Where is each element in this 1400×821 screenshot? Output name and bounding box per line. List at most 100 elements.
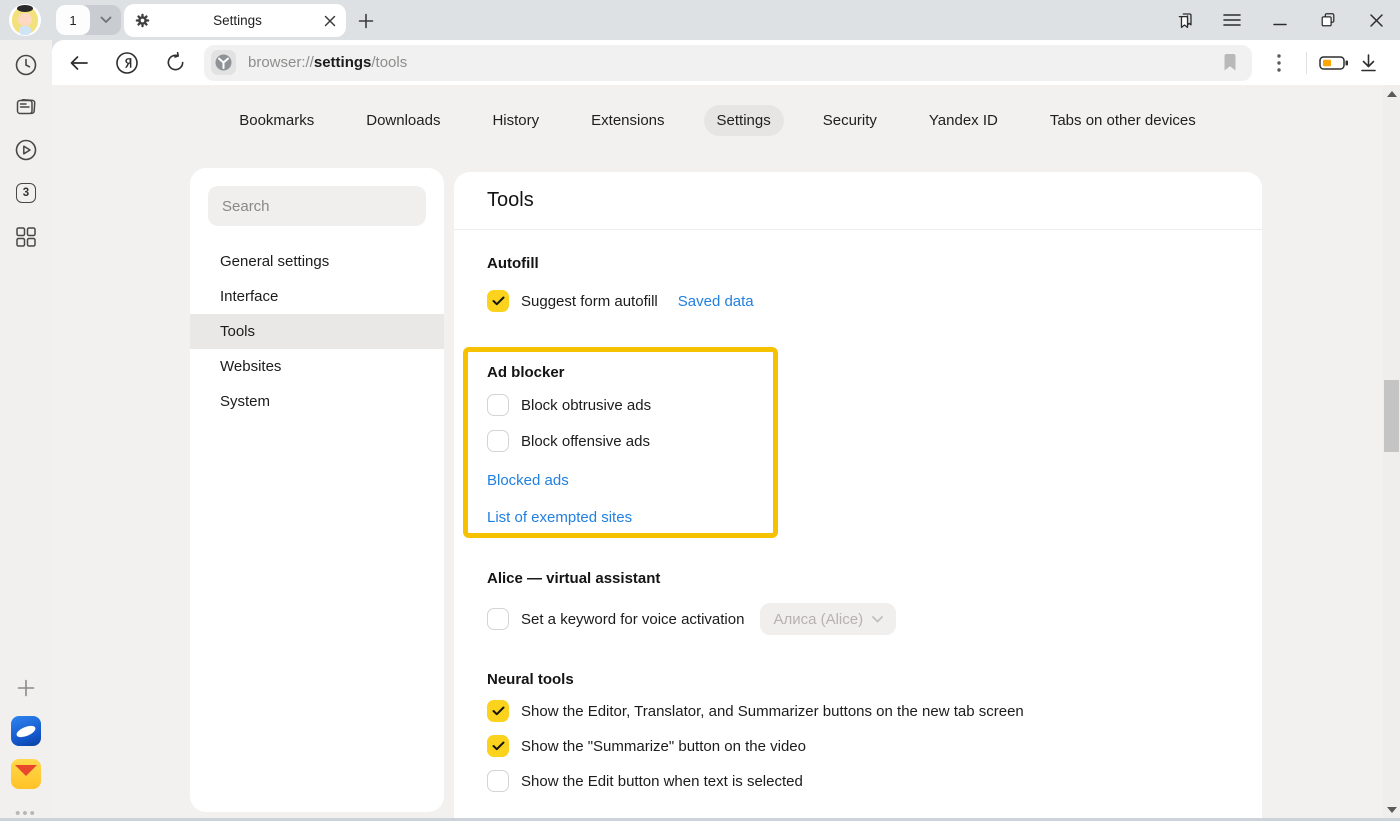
neural-tools-section-title: Neural tools (487, 671, 1229, 688)
video-rail-button[interactable] (0, 133, 52, 167)
protect-badge[interactable] (211, 50, 236, 75)
sidebar-item-tools[interactable]: Tools (190, 314, 444, 349)
show-edit-button-checkbox[interactable] (487, 770, 509, 792)
minimize-button[interactable] (1256, 0, 1304, 40)
yandex-mail-icon (11, 759, 41, 789)
url-host: settings (314, 54, 372, 71)
kebab-menu-icon (1277, 54, 1281, 72)
suggest-autofill-checkbox[interactable] (487, 290, 509, 312)
tab-list-chevron[interactable] (90, 5, 121, 35)
nav-tab-bookmarks[interactable]: Bookmarks (226, 105, 327, 136)
autofill-section: Autofill Suggest form autofill Saved dat… (454, 255, 1262, 313)
nav-tab-security[interactable]: Security (810, 105, 890, 136)
new-tab-button[interactable] (352, 7, 380, 35)
sidebar-item-general[interactable]: General settings (190, 244, 444, 279)
reload-icon (165, 52, 186, 73)
block-offensive-row: Block offensive ads (487, 429, 773, 453)
battery-saver-button[interactable] (1317, 46, 1351, 80)
show-editor-buttons-label[interactable]: Show the Editor, Translator, and Summari… (521, 703, 1024, 720)
saved-data-link[interactable]: Saved data (678, 293, 754, 310)
maximize-button[interactable] (1304, 0, 1352, 40)
apps-rail-button[interactable] (0, 220, 52, 254)
suggest-autofill-label[interactable]: Suggest form autofill (521, 293, 658, 310)
block-offensive-label[interactable]: Block offensive ads (521, 433, 650, 450)
plus-icon (17, 679, 35, 697)
back-arrow-icon (69, 55, 89, 71)
scrollbar-thumb[interactable] (1384, 380, 1399, 452)
show-summarize-button-checkbox[interactable] (487, 735, 509, 757)
bookmark-button[interactable] (1218, 51, 1242, 75)
neural-row-edit: Show the Edit button when text is select… (487, 769, 1229, 793)
side-panel-button[interactable] (1160, 0, 1208, 40)
block-obtrusive-checkbox[interactable] (487, 394, 509, 416)
yandex-logo-icon (115, 51, 139, 75)
address-bar[interactable]: browser://settings/tools (204, 45, 1252, 81)
show-edit-button-label[interactable]: Show the Edit button when text is select… (521, 773, 803, 790)
tab-close-icon[interactable] (324, 15, 336, 27)
show-editor-buttons-checkbox[interactable] (487, 700, 509, 722)
yandex-disk-shortcut[interactable] (0, 714, 52, 748)
page-scrollbar[interactable] (1383, 85, 1400, 821)
url-scheme: browser:// (248, 54, 314, 71)
yandex-home-button[interactable] (110, 46, 144, 80)
tabs-rail-button[interactable]: 3 (0, 176, 52, 210)
scroll-up-button[interactable] (1383, 87, 1400, 101)
hamburger-menu-icon (1223, 13, 1241, 27)
downloads-button[interactable] (1351, 46, 1385, 80)
voice-keyword-label[interactable]: Set a keyword for voice activation (521, 611, 744, 628)
browser-window: 1 Settings (0, 0, 1400, 821)
tab-count-badge: 3 (16, 183, 36, 203)
battery-icon (1319, 55, 1349, 71)
search-input[interactable] (208, 186, 426, 226)
grid-apps-icon (15, 226, 37, 248)
avatar-dress (19, 26, 31, 35)
chevron-down-icon (872, 616, 883, 623)
nav-tab-yandex-id[interactable]: Yandex ID (916, 105, 1011, 136)
extensions-menu-button[interactable] (1262, 46, 1296, 80)
sidebar-item-system[interactable]: System (190, 384, 444, 419)
neural-tools-section: Neural tools Show the Editor, Translator… (454, 671, 1262, 793)
close-window-button[interactable] (1352, 0, 1400, 40)
voice-keyword-checkbox[interactable] (487, 608, 509, 630)
tab-strip: 1 Settings (0, 0, 1400, 40)
back-button[interactable] (62, 46, 96, 80)
bookmark-flag-icon (1223, 54, 1237, 71)
sidebar-item-websites[interactable]: Websites (190, 349, 444, 384)
keyword-dropdown[interactable]: Алиса (Alice) (760, 603, 896, 635)
checkmark-icon (492, 741, 505, 751)
profile-avatar[interactable] (9, 4, 41, 36)
sidebar-item-interface[interactable]: Interface (190, 279, 444, 314)
tab-title: Settings (151, 13, 324, 28)
history-rail-button[interactable] (0, 48, 52, 82)
tab-counter-number[interactable]: 1 (56, 5, 90, 35)
feed-rail-button[interactable] (0, 90, 52, 124)
minimize-icon (1273, 14, 1287, 26)
nav-tab-other-devices[interactable]: Tabs on other devices (1037, 105, 1209, 136)
reload-button[interactable] (158, 46, 192, 80)
scroll-down-button[interactable] (1383, 803, 1400, 817)
window-controls (1160, 0, 1400, 40)
tab-counter[interactable]: 1 (56, 5, 121, 35)
nav-tab-settings[interactable]: Settings (704, 105, 784, 136)
gear-icon (134, 12, 151, 29)
triangle-up-icon (1387, 91, 1397, 97)
nav-tab-downloads[interactable]: Downloads (353, 105, 453, 136)
settings-page: Bookmarks Downloads History Extensions S… (52, 85, 1383, 821)
url-text[interactable]: browser://settings/tools (248, 54, 1218, 71)
nav-tab-extensions[interactable]: Extensions (578, 105, 677, 136)
alice-keyword-row: Set a keyword for voice activation Алиса… (487, 603, 1229, 635)
nav-tab-history[interactable]: History (479, 105, 552, 136)
active-tab[interactable]: Settings (124, 4, 346, 37)
block-obtrusive-label[interactable]: Block obtrusive ads (521, 397, 651, 414)
block-offensive-checkbox[interactable] (487, 430, 509, 452)
exempted-sites-link[interactable]: List of exempted sites (487, 509, 632, 526)
tools-settings-panel: Tools Autofill Suggest form autofill Sav… (454, 172, 1262, 821)
add-shortcut-button[interactable] (0, 671, 52, 705)
show-summarize-button-label[interactable]: Show the "Summarize" button on the video (521, 738, 806, 755)
checkmark-icon (492, 296, 505, 306)
avatar-headband (17, 5, 33, 12)
browser-menu-button[interactable] (1208, 0, 1256, 40)
yandex-mail-shortcut[interactable] (0, 757, 52, 791)
neural-row-editor: Show the Editor, Translator, and Summari… (487, 699, 1229, 723)
blocked-ads-link[interactable]: Blocked ads (487, 472, 569, 489)
